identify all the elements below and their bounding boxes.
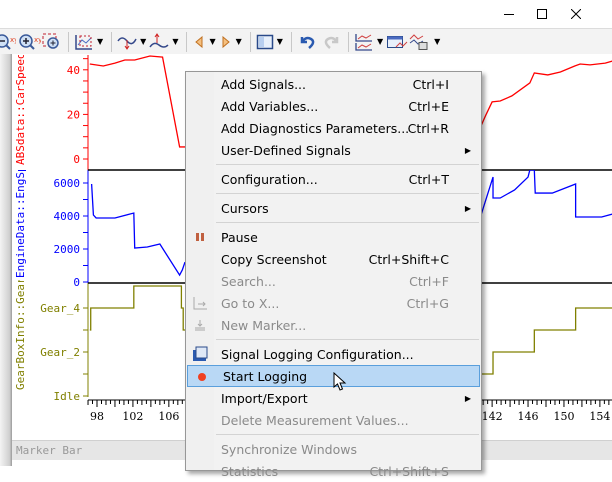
menu-item-label: Cursors — [221, 200, 269, 216]
signal-trace — [481, 307, 612, 375]
menu-item-synchronize-windows: Synchronize Windows — [186, 438, 481, 460]
menu-item-label: User-Defined Signals — [221, 142, 351, 158]
submenu-arrow-icon: ▶ — [464, 203, 471, 213]
y-tick-label: 0 — [73, 153, 80, 166]
menu-item-signal-logging-configuration[interactable]: Signal Logging Configuration... — [186, 343, 481, 365]
y-tick-label: 20 — [67, 108, 80, 121]
menu-item-user-defined-signals[interactable]: User-Defined Signals ▶ — [186, 139, 481, 161]
y-tick-label: 40 — [67, 64, 80, 77]
menu-item-copy-screenshot[interactable]: Copy Screenshot Ctrl+Shift+C — [186, 248, 481, 270]
y-tick-label: Idle — [54, 390, 81, 403]
menu-item-label: Add Variables... — [221, 98, 319, 114]
menu-item-shortcut: Ctrl+Shift+C — [368, 251, 449, 267]
menu-item-shortcut: Ctrl+I — [412, 76, 449, 92]
mouse-cursor-icon — [333, 372, 347, 391]
x-tick-label: 98 — [90, 410, 104, 423]
menu-item-label: Signal Logging Configuration... — [221, 346, 414, 362]
y-tick-label: Gear_4 — [40, 302, 80, 315]
menu-item-delete-measurement-values: Delete Measurement Values... — [186, 409, 481, 431]
menu-separator — [216, 193, 479, 194]
menu-item-go-to-x: Go to X... Ctrl+G — [186, 292, 481, 314]
submenu-arrow-icon: ▶ — [464, 145, 471, 155]
menu-item-label: Configuration... — [221, 171, 318, 187]
menu-separator — [216, 164, 479, 165]
menu-item-add-signals[interactable]: Add Signals... Ctrl+I — [186, 73, 481, 95]
menu-item-label: Add Diagnostics Parameters... — [221, 120, 410, 136]
menu-item-search: Search... Ctrl+F — [186, 270, 481, 292]
menu-separator — [216, 339, 479, 340]
pause-icon — [192, 229, 208, 245]
signal-label-gear[interactable]: GearBoxInfo::Gear — [14, 280, 27, 390]
menu-separator — [216, 222, 479, 223]
menu-separator — [216, 434, 479, 435]
logging-config-icon — [192, 346, 208, 362]
signal-trace — [89, 285, 186, 331]
menu-item-add-variables[interactable]: Add Variables... Ctrl+E — [186, 95, 481, 117]
menu-item-shortcut: Ctrl+R — [407, 120, 449, 136]
signal-label-carspeed[interactable]: ABSdata::CarSpeed — [14, 55, 27, 165]
menu-item-add-diagnostics-parameters[interactable]: Add Diagnostics Parameters... Ctrl+R — [186, 117, 481, 139]
menu-item-label: Copy Screenshot — [221, 251, 327, 267]
menu-item-shortcut: Ctrl+F — [409, 273, 449, 289]
y-tick-label: 2000 — [54, 243, 81, 256]
menu-item-label: Pause — [221, 229, 258, 245]
menu-item-label: Import/Export — [221, 390, 308, 406]
x-tick-label: 150 — [553, 410, 574, 423]
menu-item-shortcut: Ctrl+G — [406, 295, 449, 311]
context-menu: Add Signals... Ctrl+I Add Variables... Ctrl… — [185, 71, 482, 479]
menu-item-cursors[interactable]: Cursors ▶ — [186, 197, 481, 219]
menu-item-shortcut: Ctrl+E — [408, 98, 449, 114]
menu-item-statistics: Statistics Ctrl+Shift+S — [186, 460, 481, 482]
menu-item-label: Search... — [221, 273, 276, 289]
record-icon — [194, 369, 210, 385]
signal-trace — [480, 60, 612, 126]
menu-item-new-marker: New Marker... — [186, 314, 481, 336]
menu-item-shortcut: Ctrl+T — [408, 171, 449, 187]
x-tick-label: 102 — [122, 410, 143, 423]
menu-item-label: Add Signals... — [221, 76, 307, 92]
signal-trace — [90, 183, 186, 277]
x-tick-label: 142 — [482, 410, 503, 423]
x-tick-label: 154 — [589, 410, 610, 423]
menu-item-label: Start Logging — [223, 368, 308, 384]
menu-item-label: New Marker... — [221, 317, 307, 333]
y-tick-label: 0 — [73, 276, 80, 289]
marker-icon — [192, 317, 208, 333]
menu-item-label: Delete Measurement Values... — [221, 412, 409, 428]
menu-item-label: Go to X... — [221, 295, 280, 311]
signal-trace — [480, 170, 612, 218]
x-tick-label: 106 — [158, 410, 179, 423]
y-tick-label: 6000 — [54, 177, 81, 190]
y-tick-label: 4000 — [54, 210, 81, 223]
y-tick-label: Gear_2 — [40, 346, 80, 359]
goto-x-icon — [192, 295, 208, 311]
menu-item-configuration[interactable]: Configuration... Ctrl+T — [186, 168, 481, 190]
x-tick-label: 146 — [518, 410, 539, 423]
menu-item-label: Synchronize Windows — [221, 441, 357, 457]
signal-label-engspeed[interactable]: EngineData::EngSp — [14, 170, 27, 278]
submenu-arrow-icon: ▶ — [464, 393, 471, 403]
signal-trace — [89, 55, 186, 148]
menu-item-pause[interactable]: Pause — [186, 226, 481, 248]
